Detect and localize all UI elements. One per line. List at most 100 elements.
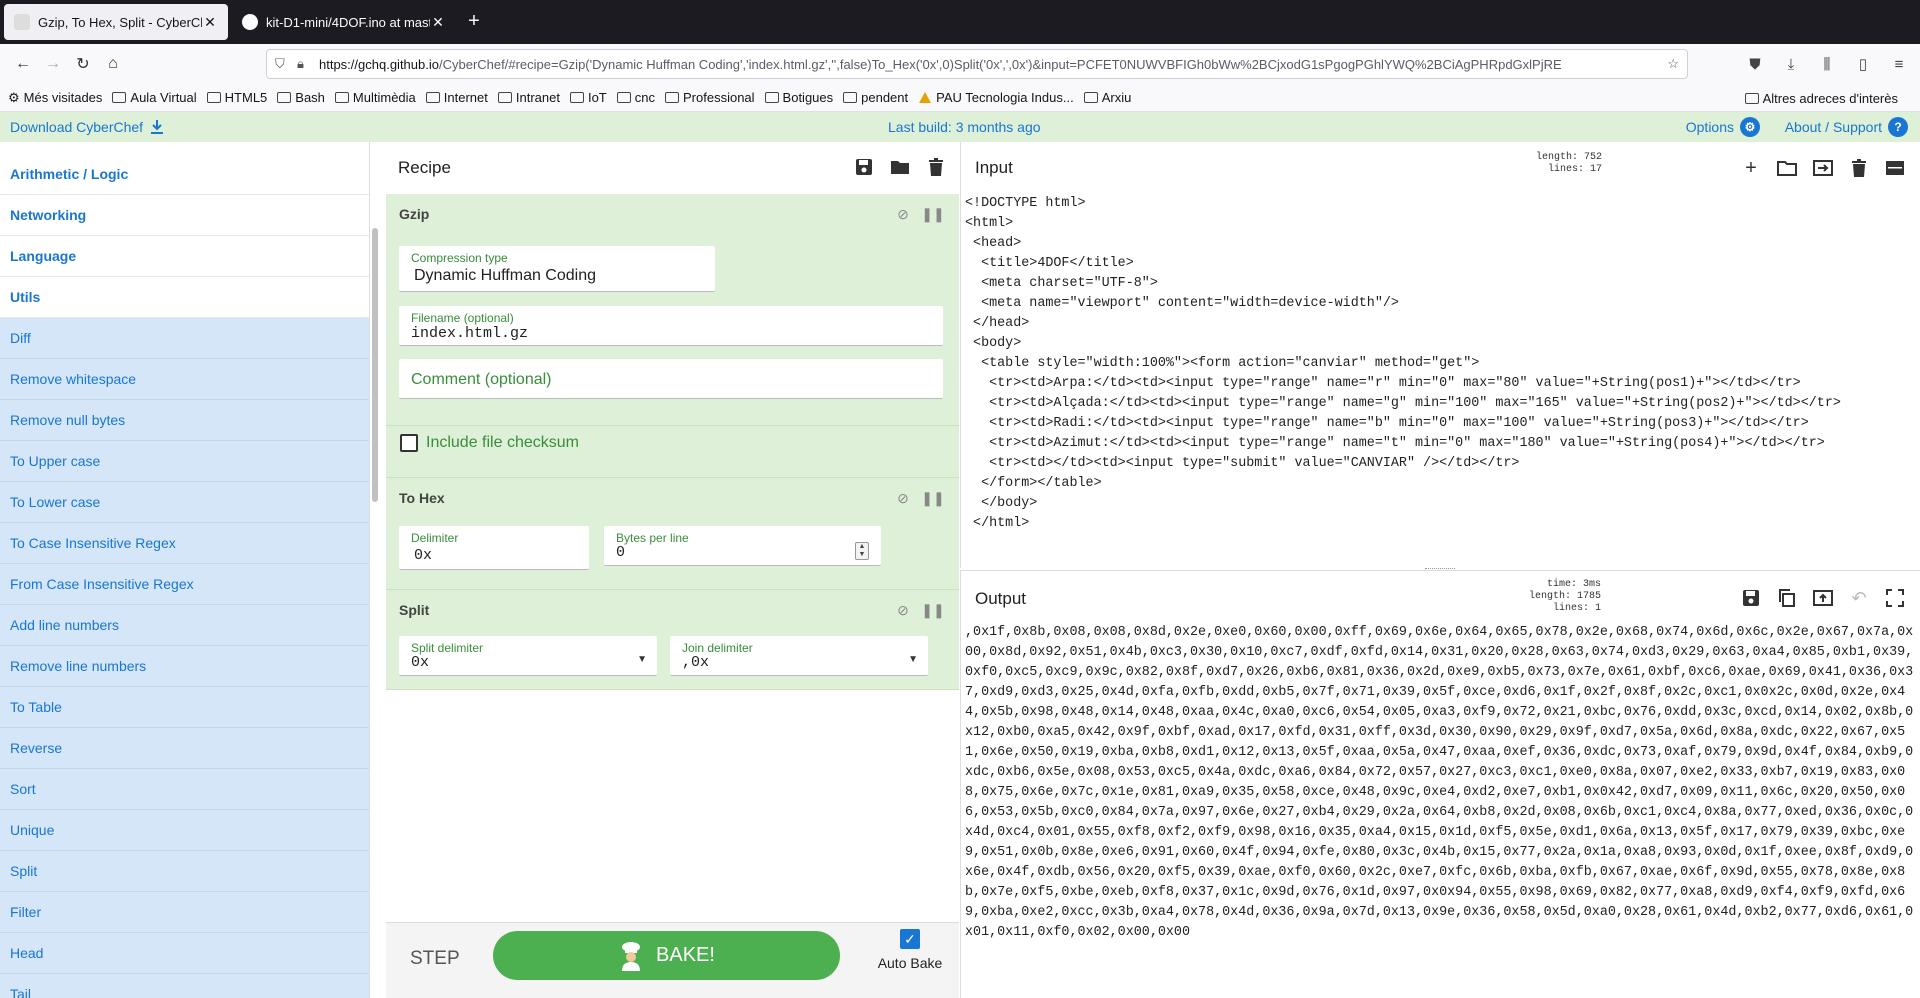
bookmark-item[interactable]: Intranet — [497, 90, 560, 105]
operations-scrollbar[interactable] — [372, 228, 378, 502]
download-cyberchef-link[interactable]: Download CyberChef — [10, 119, 165, 135]
checkbox-box[interactable] — [400, 434, 418, 452]
tab-github[interactable]: kit-D1-mini/4DOF.ino at master ✕ — [232, 4, 456, 40]
operation-item[interactable]: Split — [0, 851, 369, 892]
replace-input-icon[interactable] — [1812, 587, 1834, 609]
open-file-icon[interactable] — [1812, 157, 1834, 179]
bookmark-item[interactable]: cnc — [616, 90, 655, 105]
split-delimiter-input[interactable]: Split delimiter 0x ▼ — [399, 636, 657, 676]
pause-icon[interactable]: ❚❚ — [921, 602, 944, 618]
operation-item[interactable]: Tail — [0, 974, 369, 998]
folder-icon[interactable] — [889, 156, 911, 178]
operation-title: Split — [399, 602, 430, 618]
save-icon[interactable] — [853, 156, 875, 178]
chevron-down-icon[interactable]: ▼ — [908, 654, 918, 665]
close-icon[interactable]: ✕ — [202, 14, 218, 31]
number-spinner-icon[interactable]: ▲ ▼ — [855, 542, 869, 560]
trash-icon[interactable] — [1848, 157, 1870, 179]
folder-icon — [1744, 93, 1759, 104]
undo-icon[interactable]: ↶ — [1848, 587, 1870, 609]
operation-item[interactable]: From Case Insensitive Regex — [0, 564, 369, 605]
compression-type-select[interactable]: Compression type Dynamic Huffman Coding — [399, 246, 715, 292]
save-icon[interactable] — [1740, 587, 1762, 609]
operation-category[interactable]: Language — [0, 236, 369, 277]
tab-cyberchef[interactable]: Gzip, To Hex, Split - CyberChef ✕ — [4, 4, 228, 40]
bookmark-item[interactable]: Professional — [665, 90, 755, 105]
checkbox-checked-icon[interactable]: ✓ — [900, 929, 920, 949]
operation-item[interactable]: Add line numbers — [0, 605, 369, 646]
close-icon[interactable]: ✕ — [430, 14, 446, 31]
other-bookmarks[interactable]: Altres adreces d'interès — [1744, 91, 1898, 106]
operation-item[interactable]: Diff — [0, 318, 369, 359]
last-build-text: Last build: 3 months ago — [888, 119, 1041, 135]
disable-icon[interactable]: ⊘ — [895, 602, 911, 618]
options-button[interactable]: Options ⚙ — [1686, 117, 1760, 137]
operation-item[interactable]: Reverse — [0, 728, 369, 769]
bytes-per-line-input[interactable]: Bytes per line 0 ▲ ▼ — [604, 526, 881, 566]
bookmark-item[interactable]: IoT — [569, 90, 607, 105]
open-folder-icon[interactable] — [1776, 157, 1798, 179]
forward-icon[interactable]: → — [40, 51, 66, 77]
operation-category[interactable]: Utils — [0, 277, 369, 318]
bookmark-item[interactable]: Arxiu — [1083, 90, 1131, 105]
bookmark-item[interactable]: Bash — [277, 90, 325, 105]
bookmark-item[interactable]: ⚙ Més visitades — [8, 90, 102, 106]
add-tab-icon[interactable]: + — [1740, 157, 1762, 179]
operation-item[interactable]: To Lower case — [0, 482, 369, 523]
pause-icon[interactable]: ❚❚ — [921, 206, 944, 222]
url-bar[interactable]: ⛉ 🔒︎ https://gchq.github.io/CyberChef/#r… — [266, 49, 1688, 79]
reload-icon[interactable]: ↻ — [70, 51, 96, 77]
operation-item[interactable]: Sort — [0, 769, 369, 810]
operation-item[interactable]: To Table — [0, 687, 369, 728]
operation-item[interactable]: Remove line numbers — [0, 646, 369, 687]
copy-icon[interactable] — [1776, 587, 1798, 609]
chevron-down-icon[interactable]: ▼ — [637, 654, 647, 665]
url-text[interactable]: https://gchq.github.io/CyberChef/#recipe… — [319, 57, 1657, 72]
disable-icon[interactable]: ⊘ — [895, 490, 911, 506]
bookmark-item[interactable]: Internet — [425, 90, 488, 105]
disable-icon[interactable]: ⊘ — [895, 206, 911, 222]
checkbox-label: Include file checksum — [426, 434, 579, 451]
bookmark-item[interactable]: Aula Virtual — [112, 90, 197, 105]
input-textarea[interactable]: <!DOCTYPE html> <html> <head> <title>4DO… — [965, 194, 1915, 564]
bookmark-item[interactable]: Multimèdia — [334, 90, 416, 105]
new-tab-icon[interactable]: + — [462, 10, 486, 34]
operation-item[interactable]: Filter — [0, 892, 369, 933]
include-checksum-checkbox[interactable]: Include file checksum — [400, 434, 579, 452]
delimiter-input[interactable]: Delimiter 0x — [399, 526, 589, 570]
bookmark-star-icon[interactable]: ☆ — [1657, 56, 1679, 72]
operation-item[interactable]: To Case Insensitive Regex — [0, 523, 369, 564]
maximize-icon[interactable] — [1884, 587, 1906, 609]
menu-icon[interactable]: ≡ — [1884, 51, 1914, 77]
layout-icon[interactable] — [1884, 157, 1906, 179]
back-icon[interactable]: ← — [10, 51, 36, 77]
pause-icon[interactable]: ❚❚ — [921, 490, 944, 506]
operation-item[interactable]: Unique — [0, 810, 369, 851]
bookmark-item[interactable]: pendent — [843, 90, 908, 105]
operation-item[interactable]: To Upper case — [0, 441, 369, 482]
library-icon[interactable]: ⫼ — [1812, 51, 1842, 77]
comment-input[interactable]: Comment (optional) — [399, 359, 943, 399]
home-icon[interactable]: ⌂ — [100, 51, 126, 77]
operation-category[interactable]: Arithmetic / Logic — [0, 154, 369, 195]
bake-button[interactable]: BAKE! — [493, 931, 840, 980]
auto-bake-toggle[interactable]: ✓ Auto Bake — [870, 929, 950, 971]
sidebar-icon[interactable]: ▯ — [1848, 51, 1878, 77]
operation-category[interactable]: Networking — [0, 195, 369, 236]
about-support-button[interactable]: About / Support ? — [1785, 117, 1908, 137]
bookmark-item[interactable]: Botigues — [764, 90, 833, 105]
lock-icon[interactable]: 🔒︎ — [297, 56, 319, 72]
trash-icon[interactable] — [925, 156, 947, 178]
pocket-icon[interactable]: ⛊ — [1740, 51, 1770, 77]
shield-icon[interactable]: ⛉ — [275, 56, 297, 72]
operation-item[interactable]: Head — [0, 933, 369, 974]
operation-item[interactable]: Remove null bytes — [0, 400, 369, 441]
bookmark-item[interactable]: HTML5 — [206, 90, 267, 105]
operation-item[interactable]: Remove whitespace — [0, 359, 369, 400]
bookmark-item[interactable]: PAU Tecnologia Indus... — [918, 90, 1074, 105]
step-button[interactable]: STEP — [410, 948, 460, 970]
join-delimiter-input[interactable]: Join delimiter ,0x ▼ — [670, 636, 928, 676]
folder-icon — [277, 92, 292, 103]
download-icon[interactable]: ⤓ — [1776, 51, 1806, 77]
filename-input[interactable]: Filename (optional) index.html.gz — [399, 306, 943, 346]
